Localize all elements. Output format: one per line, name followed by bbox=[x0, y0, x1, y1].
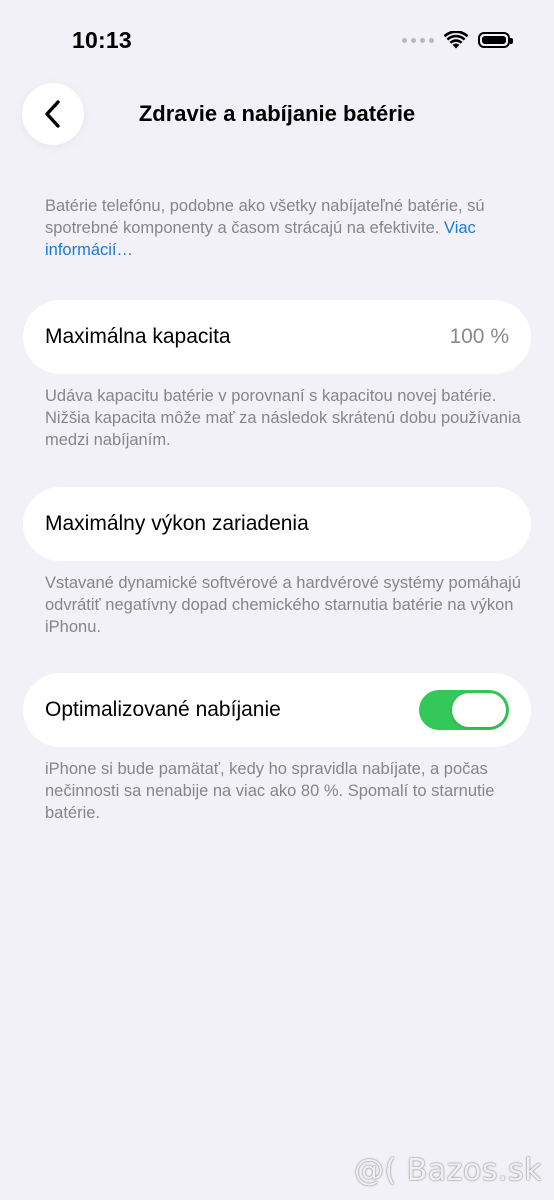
wifi-icon bbox=[444, 31, 468, 49]
optimized-charging-label: Optimalizované nabíjanie bbox=[45, 698, 281, 721]
max-capacity-value: 100 % bbox=[449, 325, 509, 348]
signal-dots-icon bbox=[402, 37, 434, 43]
status-time: 10:13 bbox=[72, 27, 132, 53]
intro-note: Batérie telefónu, podobne ako všetky nab… bbox=[45, 195, 525, 261]
toggle-knob bbox=[452, 693, 506, 727]
battery-health-screen: 10:13 Zdravie a nabíjanie batérie Batéri… bbox=[0, 0, 554, 1200]
optimized-charging-row: Optimalizované nabíjanie bbox=[23, 673, 531, 747]
intro-text: Batérie telefónu, podobne ako všetky nab… bbox=[45, 197, 485, 237]
peak-performance-row[interactable]: Maximálny výkon zariadenia bbox=[23, 487, 531, 561]
status-icons bbox=[402, 31, 513, 49]
max-capacity-row: Maximálna kapacita 100 % bbox=[23, 300, 531, 374]
bazos-watermark: @( Bazos.sk bbox=[354, 1153, 542, 1188]
peak-performance-label: Maximálny výkon zariadenia bbox=[45, 512, 309, 535]
optimized-charging-toggle[interactable] bbox=[419, 690, 509, 730]
max-capacity-note: Udáva kapacitu batérie v porovnaní s kap… bbox=[45, 387, 521, 449]
page-title: Zdravie a nabíjanie batérie bbox=[138, 101, 416, 126]
max-capacity-label: Maximálna kapacita bbox=[45, 325, 231, 348]
peak-performance-note: Vstavané dynamické softvérové a hardvéro… bbox=[45, 574, 521, 636]
optimized-charging-note: iPhone si bude pamätať, kedy ho spravidl… bbox=[45, 760, 495, 822]
battery-icon bbox=[478, 32, 513, 48]
